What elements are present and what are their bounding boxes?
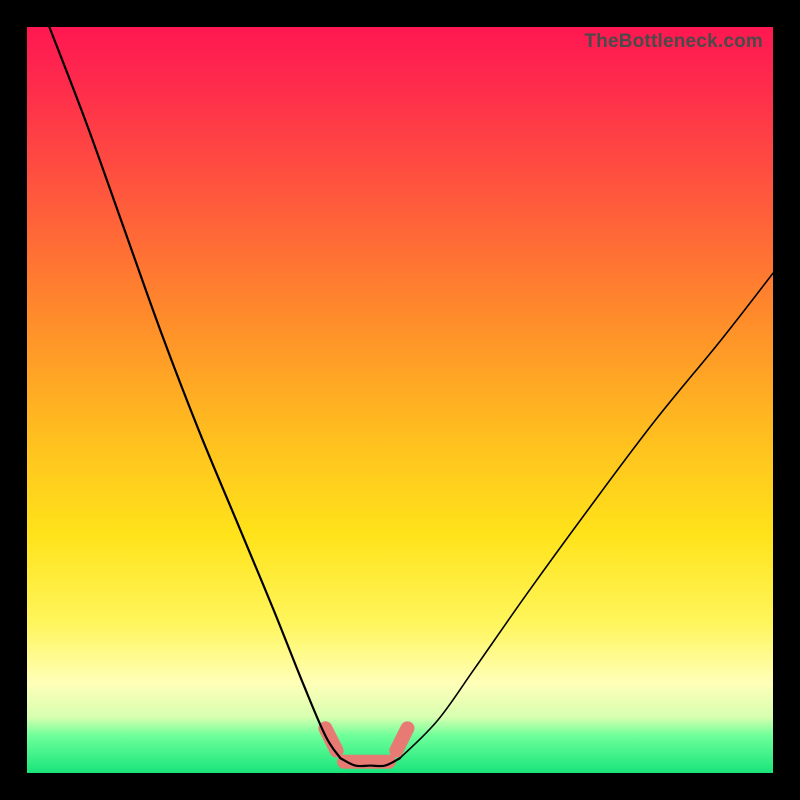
plot-area: TheBottleneck.com <box>27 27 773 773</box>
curve-right-branch <box>400 273 773 758</box>
valley-floor-marks <box>325 728 407 762</box>
curve-left-branch <box>49 27 340 758</box>
floor-mark-right <box>396 728 407 750</box>
chart-frame: TheBottleneck.com <box>0 0 800 800</box>
chart-svg <box>27 27 773 773</box>
